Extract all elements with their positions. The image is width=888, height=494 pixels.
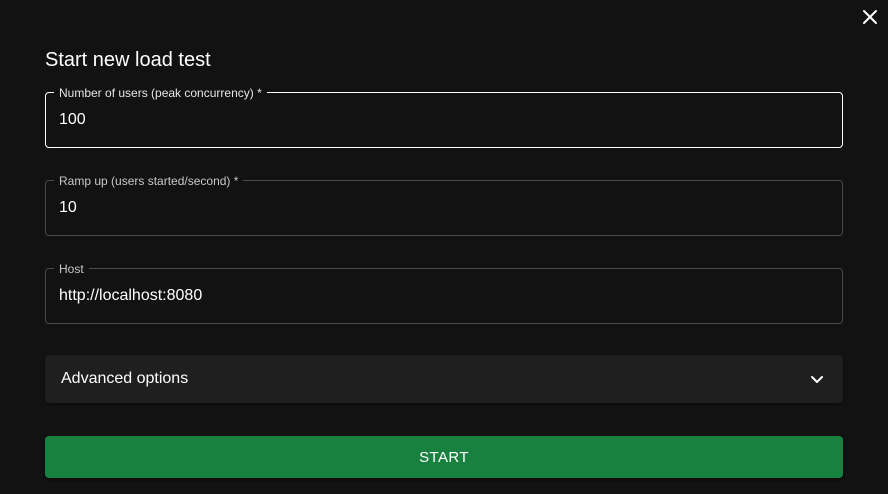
load-test-dialog: Start new load test Number of users (pea… (0, 0, 888, 494)
chevron-down-icon (811, 376, 823, 383)
close-button[interactable] (858, 5, 882, 29)
advanced-options-accordion[interactable]: Advanced options (45, 355, 843, 403)
advanced-options-label: Advanced options (61, 370, 189, 387)
users-input[interactable] (59, 92, 829, 148)
host-input[interactable] (59, 268, 829, 324)
host-field: Host Host (45, 262, 843, 324)
ramp-up-input[interactable] (59, 180, 829, 236)
dialog-title: Start new load test (45, 49, 211, 71)
close-icon (863, 10, 877, 24)
ramp-up-field: Ramp up (users started/second) * Ramp up… (45, 174, 843, 236)
users-field: Number of users (peak concurrency) * Num… (45, 86, 843, 148)
start-button[interactable]: START (45, 436, 843, 478)
